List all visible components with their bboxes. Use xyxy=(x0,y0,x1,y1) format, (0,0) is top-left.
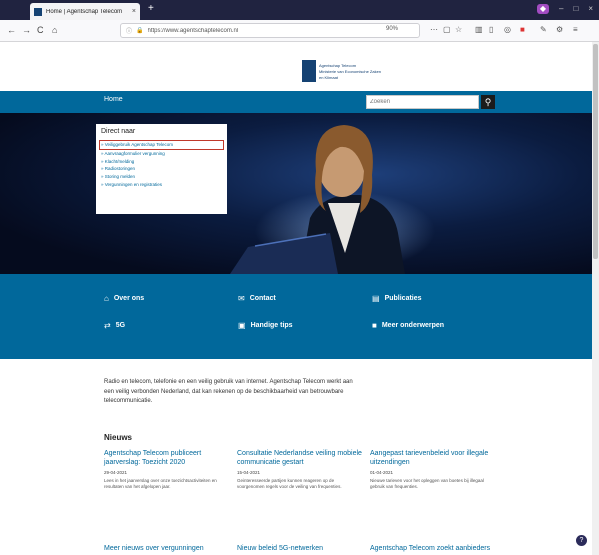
news-title-link[interactable]: Meer nieuws over vergunningen xyxy=(104,545,204,552)
maximize-button[interactable]: □ xyxy=(573,4,578,14)
pocket-icon[interactable]: ▢ xyxy=(443,25,451,35)
search-input[interactable] xyxy=(366,95,479,109)
publications-icon: ▤ xyxy=(372,294,380,303)
help-button[interactable]: ? xyxy=(576,535,587,546)
menu-home-link[interactable]: Home xyxy=(104,96,123,103)
news-description: Nieuwe tarieven voor het opleggen van bo… xyxy=(370,478,484,489)
library-icon[interactable]: ▥ xyxy=(475,25,483,35)
account-icon[interactable]: ◎ xyxy=(504,25,511,35)
logo-line-3: en Klimaat xyxy=(319,74,338,80)
intro-text: Radio en telecom, telefonie en een veili… xyxy=(104,379,353,404)
hero-photo xyxy=(230,125,435,274)
news-description: Geinteresseerde partijen kunnen reageren… xyxy=(237,478,342,489)
rijksoverheid-logo-icon xyxy=(302,60,316,82)
address-bar[interactable]: ⓘ 🔒 https://www.agentschaptelecom.nl xyxy=(120,23,420,38)
news-item: Aangepast tarievenbeleid voor illegale u… xyxy=(370,449,495,490)
band-link-over-ons[interactable]: ⌂ Over ons xyxy=(104,294,144,303)
direct-link[interactable]: » Storing melden xyxy=(101,173,222,181)
extension-icon[interactable]: ■ xyxy=(520,25,525,35)
direct-link[interactable]: » Aanvraagformulier vergunning xyxy=(101,150,222,158)
new-tab-icon[interactable]: + xyxy=(148,4,154,14)
home-icon[interactable]: ⌂ xyxy=(52,24,57,36)
url-text: https://www.agentschaptelecom.nl xyxy=(147,27,239,34)
news-date: 29-04-2021 xyxy=(104,470,128,475)
zoom-level[interactable]: 90% xyxy=(386,26,398,32)
extension-badge-icon[interactable]: ◆ xyxy=(536,4,550,14)
window-controls: ◆ – □ × xyxy=(536,4,593,14)
band-link-handige-tips[interactable]: ▣ Handige tips xyxy=(238,321,293,330)
direct-naar-panel: Direct naar » Veiliggebruik Agentschap T… xyxy=(96,124,227,214)
scrollbar-thumb[interactable] xyxy=(593,44,598,259)
band-link-meer-onderwerpen[interactable]: ■ Meer onderwerpen xyxy=(372,321,444,330)
settings-icon[interactable]: ⚙ xyxy=(556,25,563,35)
band-link-publicaties[interactable]: ▤ Publicaties xyxy=(372,294,422,303)
chat-icon: ✉ xyxy=(238,294,245,303)
menu-icon[interactable]: ≡ xyxy=(573,25,578,35)
minimize-button[interactable]: – xyxy=(559,4,563,14)
news-title-link[interactable]: Agentschap Telecom publiceert jaarversla… xyxy=(104,449,229,467)
site-logo[interactable]: Agentschap Telecom Ministerie van Econom… xyxy=(302,60,381,82)
site-favicon-icon xyxy=(34,7,42,16)
topics-icon: ■ xyxy=(372,321,377,330)
news-title-link[interactable]: Consultatie Nederlandse veiling mobiele … xyxy=(237,449,362,467)
logo-line-2: Ministerie van Economische Zaken xyxy=(319,68,382,74)
direct-link[interactable]: » Klacht/melding xyxy=(101,158,222,166)
lock-icon: 🔒 xyxy=(136,28,144,34)
tips-icon: ▣ xyxy=(238,321,246,330)
more-icon[interactable]: ⋯ xyxy=(430,25,438,35)
site-info-icon[interactable]: ⓘ xyxy=(126,26,132,35)
news-heading: Nieuws xyxy=(104,433,133,442)
band-link-contact[interactable]: ✉ Contact xyxy=(238,294,276,303)
site-header xyxy=(0,43,599,91)
direct-link[interactable]: » Radiostoringen xyxy=(101,165,222,173)
puzzle-icon[interactable]: ✎ xyxy=(540,25,547,35)
browser-tab[interactable]: Home | Agentschap Telecom × xyxy=(30,3,140,20)
band-link-5g[interactable]: ⇄ 5G xyxy=(104,321,125,330)
browser-toolbar: ← → C ⌂ ⓘ 🔒 https://www.agentschapteleco… xyxy=(0,20,599,42)
news-item: Consultatie Nederlandse veiling mobiele … xyxy=(237,449,362,490)
direct-link[interactable]: » Veiliggebruik Agentschap Telecom xyxy=(99,140,224,150)
direct-naar-title: Direct naar xyxy=(101,128,136,135)
logo-line-1: Agentschap Telecom xyxy=(319,62,357,68)
sidebar-icon[interactable]: ▯ xyxy=(489,25,493,35)
reload-icon[interactable]: C xyxy=(37,24,44,36)
back-icon[interactable]: ← xyxy=(7,24,16,36)
direct-link[interactable]: » Vergunningen en registraties xyxy=(101,181,222,189)
close-window-button[interactable]: × xyxy=(588,4,593,14)
hero-banner xyxy=(0,113,599,274)
search-icon: ⚲ xyxy=(484,97,492,107)
news-date: 01-04-2021 xyxy=(370,470,394,475)
news-title-link[interactable]: Nieuw beleid 5G-netwerken xyxy=(237,545,323,552)
news-description: Lees in het jaarverslag over onze toezic… xyxy=(104,478,217,489)
search-button[interactable]: ⚲ xyxy=(481,95,495,109)
news-title-link[interactable]: Agentschap Telecom zoekt aanbieders xyxy=(370,545,490,552)
main-menu xyxy=(0,91,599,113)
home-icon: ⌂ xyxy=(104,294,109,303)
tab-close-icon[interactable]: × xyxy=(132,8,136,15)
forward-icon[interactable]: → xyxy=(22,24,31,36)
news-date: 15-04-2021 xyxy=(237,470,261,475)
tab-title: Home | Agentschap Telecom xyxy=(46,8,123,15)
news-item: Agentschap Telecom publiceert jaarversla… xyxy=(104,449,229,490)
signal-icon: ⇄ xyxy=(104,321,111,330)
star-icon[interactable]: ☆ xyxy=(455,25,462,35)
browser-tab-bar: Home | Agentschap Telecom × + ◆ – □ × xyxy=(0,0,599,20)
quick-links-band xyxy=(0,274,599,359)
news-title-link[interactable]: Aangepast tarievenbeleid voor illegale u… xyxy=(370,449,495,467)
